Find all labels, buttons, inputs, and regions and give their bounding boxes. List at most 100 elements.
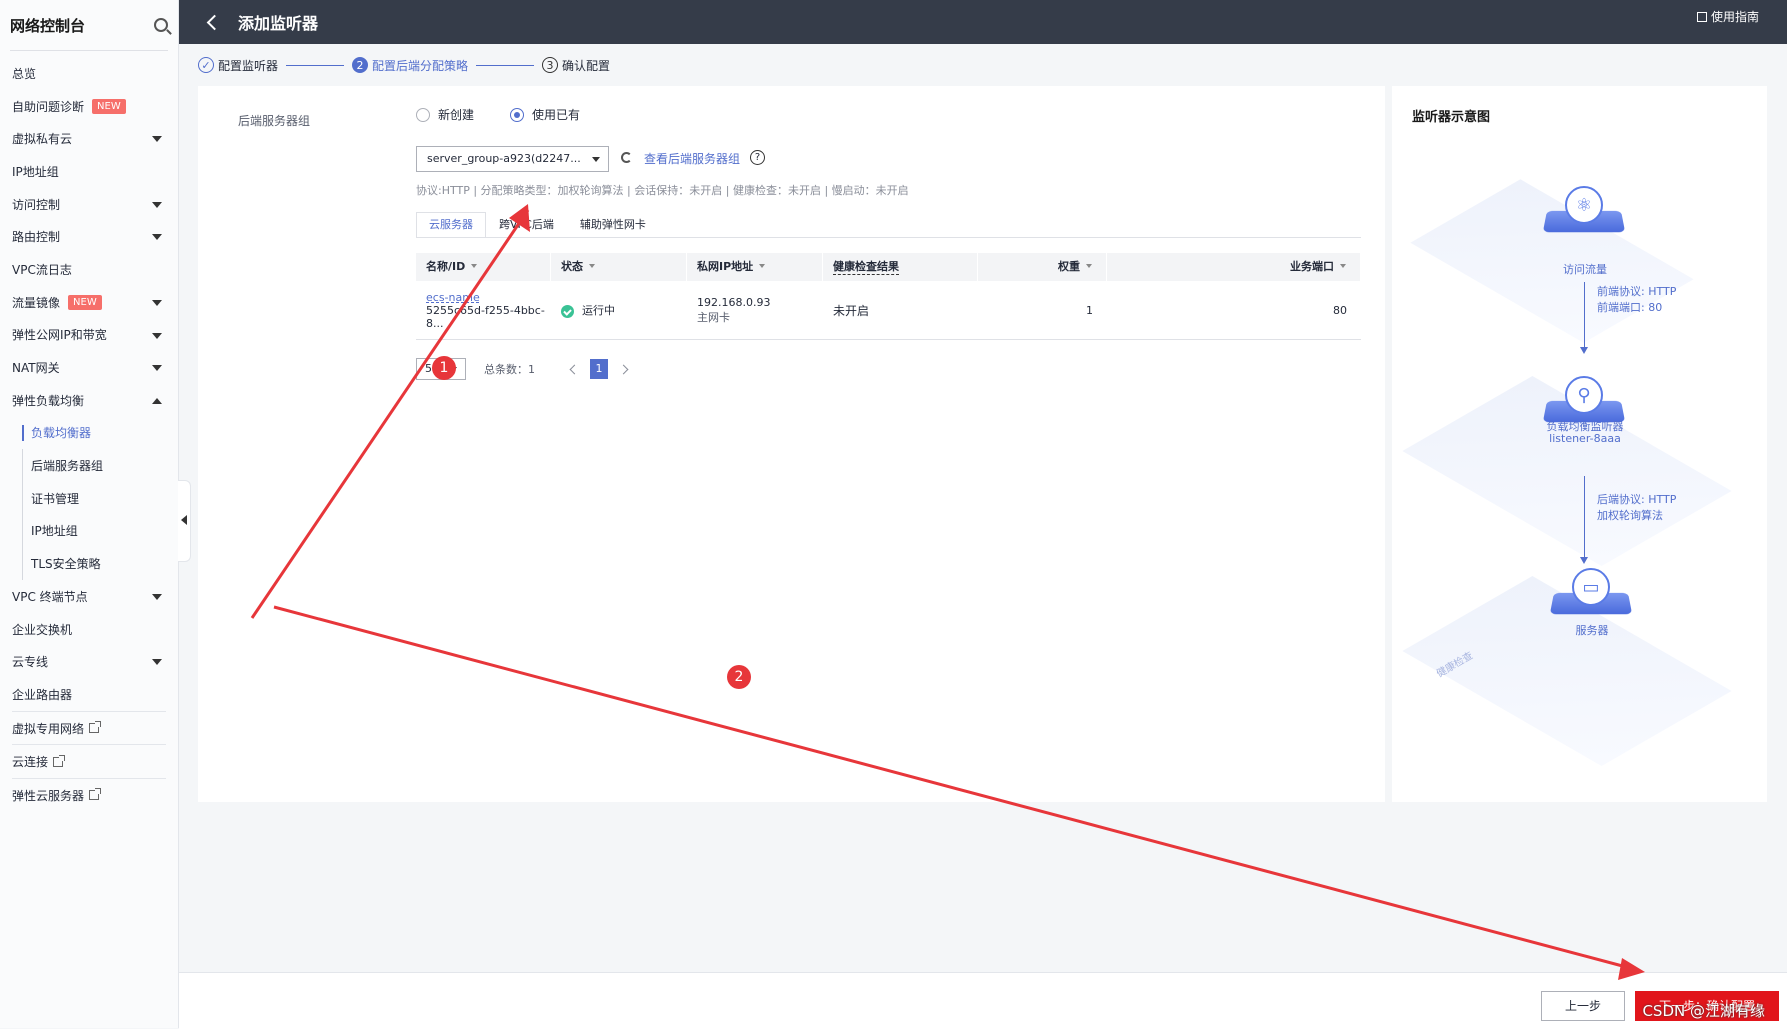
traffic-node: ⚛: [1542, 186, 1626, 236]
col-port[interactable]: 业务端口: [1107, 253, 1361, 281]
step-connector: [476, 64, 535, 66]
ecs-name-link[interactable]: ecs-name: [426, 291, 551, 304]
server-icon: ▭: [1572, 568, 1610, 606]
sidebar-item-vpn[interactable]: 虚拟专用网络: [0, 712, 178, 745]
sidebar-item-tls-policy[interactable]: TLS安全策略: [0, 547, 178, 580]
sidebar-item-vpc[interactable]: 虚拟私有云: [0, 122, 178, 155]
sidebar-item-direct-connect[interactable]: 云专线: [0, 645, 178, 678]
sidebar-title: 网络控制台: [10, 16, 86, 35]
share-icon: ⚲: [1565, 376, 1603, 414]
edit-icon: [1696, 11, 1707, 22]
atom-icon: ⚛: [1565, 186, 1603, 224]
sidebar-item-elb-ip-group[interactable]: IP地址组: [0, 514, 178, 548]
sidebar-item-elb[interactable]: 弹性负载均衡: [0, 384, 178, 417]
sidebar-item-label: 流量镜像: [12, 295, 61, 310]
tab-ecs[interactable]: 云服务器: [416, 212, 486, 238]
sidebar-item-label: 弹性云服务器: [12, 788, 85, 803]
frontend-protocol: 前端协议: HTTP: [1597, 285, 1677, 298]
sidebar-item-vpc-endpoint[interactable]: VPC 终端节点: [0, 580, 178, 613]
sidebar-item-backend-group[interactable]: 后端服务器组: [0, 449, 178, 482]
sidebar-item-load-balancer[interactable]: 负载均衡器: [0, 417, 178, 450]
backend-group-label: 后端服务器组: [238, 114, 311, 128]
sidebar-item-label: VPC流日志: [12, 262, 72, 277]
watermark: CSDN @江湖有缘: [1642, 1002, 1765, 1020]
search-icon[interactable]: [154, 18, 168, 32]
tab-cross-vpc[interactable]: 跨VPC后端: [486, 212, 567, 238]
col-private-ip-label: 私网IP地址: [697, 260, 754, 273]
chevron-down-icon: [152, 299, 162, 306]
col-name-label: 名称/ID: [426, 260, 466, 273]
previous-step-button[interactable]: 上一步: [1541, 991, 1625, 1021]
sidebar-collapse-toggle[interactable]: [178, 480, 191, 562]
radio-use-existing[interactable]: [510, 107, 525, 122]
sidebar-item-eip[interactable]: 弹性公网IP和带宽: [0, 319, 178, 352]
tab-supplementary-nic[interactable]: 辅助弹性网卡: [567, 212, 659, 238]
back-arrow-icon[interactable]: [206, 14, 223, 30]
current-page[interactable]: 1: [590, 359, 608, 379]
sidebar-item-label: 后端服务器组: [31, 459, 104, 474]
sidebar-item-overview[interactable]: 总览: [0, 57, 178, 90]
step-3-label: 确认配置: [562, 58, 611, 73]
external-link-icon: [53, 754, 66, 767]
col-weight-label: 权重: [1058, 260, 1080, 273]
server-group-select[interactable]: server_group-a923(d2247...: [416, 146, 609, 172]
user-guide-link[interactable]: 使用指南: [1696, 8, 1759, 25]
col-weight[interactable]: 权重: [978, 253, 1107, 281]
sidebar-item-label: VPC 终端节点: [12, 589, 88, 604]
sidebar-item-cloud-connect[interactable]: 云连接: [0, 745, 178, 778]
step-2-label: 配置后端分配策略: [372, 58, 469, 73]
sidebar-item-label: 企业路由器: [12, 687, 73, 702]
table-row: ecs-name 5255c65d-f255-4bbc-8... 运行中 192…: [416, 281, 1361, 340]
sidebar-item-route-control[interactable]: 路由控制: [0, 220, 178, 253]
backend-server-table: 名称/ID 状态 私网IP地址 健康检查结果 权重 业务端口 ecs-name …: [416, 253, 1361, 340]
backend-algorithm: 加权轮询算法: [1597, 509, 1663, 522]
sidebar-item-label: NAT网关: [12, 361, 60, 376]
chevron-down-icon: [152, 365, 162, 372]
sidebar-item-access-control[interactable]: 访问控制: [0, 188, 178, 221]
help-icon[interactable]: ?: [750, 150, 765, 165]
sidebar-item-traffic-mirror[interactable]: 流量镜像 NEW: [0, 286, 178, 319]
view-backend-groups-link[interactable]: 查看后端服务器组: [644, 150, 740, 167]
sidebar-item-ecs[interactable]: 弹性云服务器: [0, 779, 178, 812]
step-2-number: 2: [352, 57, 369, 73]
refresh-icon[interactable]: [621, 152, 632, 163]
user-guide-label: 使用指南: [1710, 10, 1759, 24]
radio-create-new-label[interactable]: 新创建: [438, 106, 474, 123]
sidebar-item-certificates[interactable]: 证书管理: [0, 481, 178, 515]
radio-use-existing-label[interactable]: 使用已有: [532, 106, 580, 123]
col-port-label: 业务端口: [1290, 260, 1334, 273]
sidebar-item-ip-group[interactable]: IP地址组: [0, 155, 178, 188]
col-health-label: 健康检查结果: [833, 260, 899, 275]
arrow-down-icon: [1580, 282, 1588, 354]
col-private-ip[interactable]: 私网IP地址: [687, 253, 823, 281]
top-bar: 添加监听器 使用指南: [179, 0, 1787, 44]
diagram-title: 监听器示意图: [1412, 110, 1491, 125]
step-1-label: 配置监听器: [218, 58, 279, 73]
sidebar-item-enterprise-switch[interactable]: 企业交换机: [0, 613, 178, 646]
running-status-icon: [561, 304, 574, 318]
col-name[interactable]: 名称/ID: [416, 253, 551, 281]
chevron-down-icon: [152, 136, 162, 143]
sidebar-item-label: 路由控制: [12, 230, 61, 245]
sidebar-item-label: 云连接: [12, 755, 49, 770]
sidebar-item-label: 弹性公网IP和带宽: [12, 328, 107, 343]
cell-name: ecs-name 5255c65d-f255-4bbc-8...: [416, 291, 551, 330]
status-text: 运行中: [582, 304, 615, 317]
table-header: 名称/ID 状态 私网IP地址 健康检查结果 权重 业务端口: [416, 253, 1361, 281]
sidebar-item-enterprise-router[interactable]: 企业路由器: [0, 678, 178, 711]
radio-create-new[interactable]: [416, 107, 430, 122]
step-connector: [286, 64, 345, 66]
next-page-icon[interactable]: [618, 364, 629, 374]
frontend-proto: 前端协议: HTTP 前端端口: 80: [1597, 284, 1676, 316]
sidebar-menu: 总览 自助问题诊断 NEW 虚拟私有云 IP地址组 访问控制 路由控制 VPC流日…: [0, 51, 178, 812]
sort-icon: [1340, 264, 1346, 268]
prev-page-icon[interactable]: [569, 364, 580, 374]
cell-status: 运行中: [551, 302, 687, 318]
total-count: 总条数：1: [484, 363, 535, 376]
sidebar-item-nat[interactable]: NAT网关: [0, 351, 178, 384]
annotation-marker-2: 2: [727, 665, 751, 689]
sidebar-item-flow-log[interactable]: VPC流日志: [0, 253, 178, 286]
col-status[interactable]: 状态: [551, 253, 687, 281]
chevron-down-icon: [152, 659, 162, 666]
sidebar-item-diagnosis[interactable]: 自助问题诊断 NEW: [0, 90, 178, 123]
